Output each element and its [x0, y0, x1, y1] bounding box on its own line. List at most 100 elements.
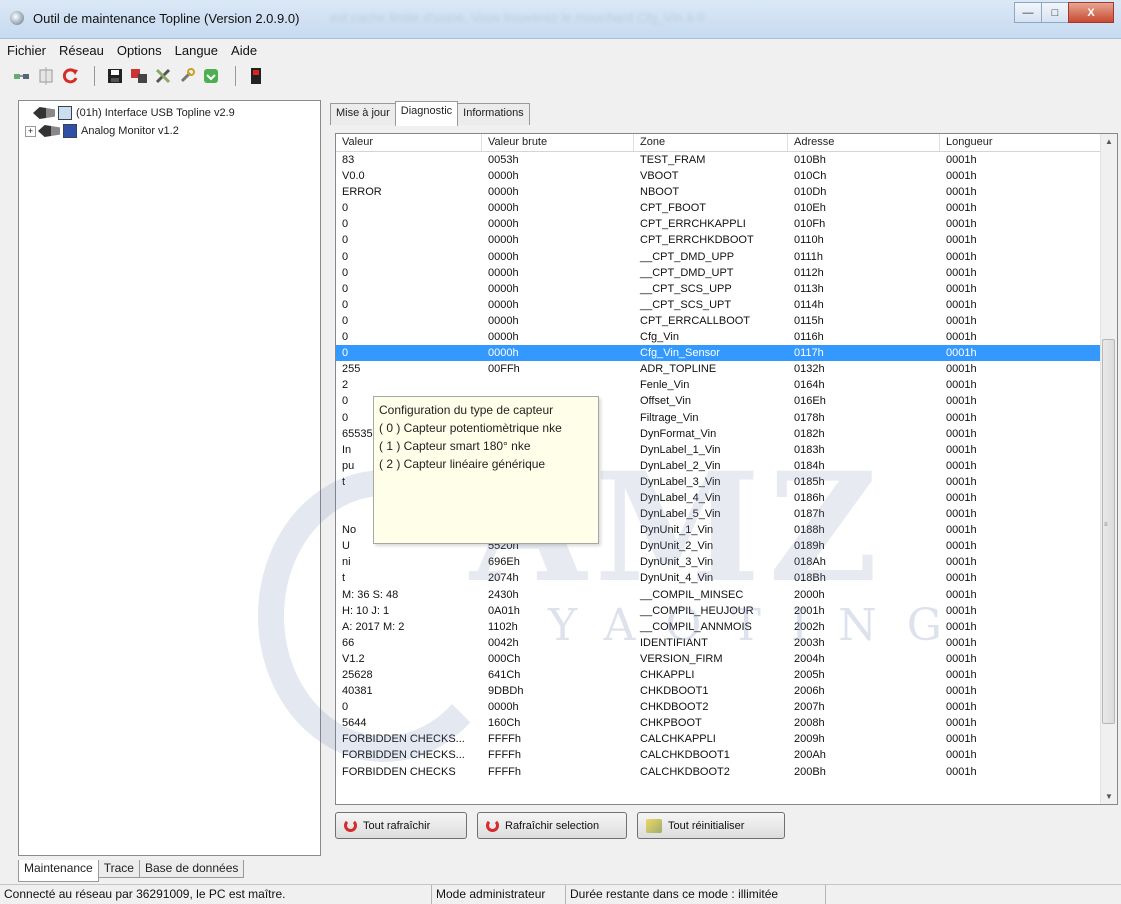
status-mode: Mode administrateur	[432, 885, 566, 904]
cell-zone: CPT_ERRCHKDBOOT	[640, 234, 754, 247]
cell-valeur: ni	[342, 556, 351, 569]
cell-adresse: 016Eh	[794, 395, 826, 408]
cell-adresse: 0178h	[794, 411, 825, 424]
cell-valeur-brute: 0000h	[488, 218, 519, 231]
network-icon[interactable]	[12, 66, 32, 86]
close-button[interactable]: X	[1068, 2, 1114, 23]
transfer-icon[interactable]	[129, 66, 149, 86]
menu-bar: Fichier Réseau Options Langue Aide	[0, 40, 1121, 60]
table-row[interactable]: FORBIDDEN CHECKS FFFFh CALCHKDBOOT2 200Bh 00…	[336, 764, 1101, 780]
vertical-scrollbar[interactable]: ▲ ≡ ▼	[1100, 134, 1117, 804]
table-row[interactable]: M: 36 S: 48 2430h __COMPIL_MINSEC 2000h 0001…	[336, 587, 1101, 603]
expand-icon[interactable]: +	[25, 125, 36, 137]
tab-maintenance[interactable]: Maintenance	[18, 860, 99, 882]
table-row[interactable]: 0 0000h __CPT_DMD_UPT 0112h 0001h	[336, 265, 1101, 281]
cell-zone: DynUnit_4_Vin	[640, 572, 714, 585]
cell-adresse: 2008h	[794, 717, 825, 730]
cell-valeur-brute: 0053h	[488, 154, 519, 166]
table-row[interactable]: 0 0000h CPT_ERRCHKDBOOT 0110h 0001h	[336, 232, 1101, 248]
table-row[interactable]: 255 00FFh ADR_TOPLINE 0132h 0001h	[336, 361, 1101, 377]
cell-valeur: 0	[342, 347, 349, 360]
table-row[interactable]: 0 0000h __CPT_SCS_UPT 0114h 0001h	[336, 297, 1101, 313]
table-row[interactable]: 0 0000h CPT_FBOOT 010Eh 0001h	[336, 200, 1101, 216]
cell-valeur: 0	[342, 266, 349, 279]
refresh-selection-button[interactable]: Rafraîchir selection	[477, 812, 627, 839]
tools-icon[interactable]	[153, 66, 173, 86]
cell-adresse: 0114h	[794, 298, 824, 311]
table-row[interactable]: 25628 641Ch CHKAPPLI 2005h 0001h	[336, 667, 1101, 683]
tree-item-usb-interface[interactable]: (01h) Interface USB Topline v2.9	[33, 105, 235, 121]
table-row[interactable]: 40381 9DBDh CHKDBOOT1 2006h 0001h	[336, 683, 1101, 699]
cell-adresse: 200Ah	[794, 749, 826, 762]
cell-longueur: 0001h	[946, 170, 977, 183]
refresh-all-button[interactable]: Tout rafraîchir	[335, 812, 467, 839]
tab-diagnostic[interactable]: Diagnostic	[394, 101, 459, 126]
cell-valeur-brute: 0042h	[488, 636, 519, 649]
menu-options[interactable]: Options	[110, 43, 168, 58]
menu-fichier[interactable]: Fichier	[0, 43, 52, 58]
cell-adresse: 010Fh	[794, 218, 826, 231]
menu-langue[interactable]: Langue	[168, 43, 224, 58]
save-icon[interactable]	[105, 66, 125, 86]
tab-trace[interactable]: Trace	[97, 860, 140, 878]
reset-all-button[interactable]: Tout réinitialiser	[637, 812, 785, 839]
column-header-valeur[interactable]: Valeur	[336, 134, 482, 151]
scroll-thumb[interactable]	[1102, 339, 1115, 724]
tree-item-label: (01h) Interface USB Topline v2.9	[76, 107, 235, 119]
cell-longueur: 0001h	[946, 588, 977, 601]
cell-adresse: 010Bh	[794, 154, 826, 166]
tree-item-analog-monitor[interactable]: + Analog Monitor v1.2	[25, 123, 179, 139]
device-icon[interactable]	[246, 66, 266, 86]
table-row[interactable]: ni 696Eh DynUnit_3_Vin 018Ah 0001h	[336, 554, 1101, 570]
cell-adresse: 010Eh	[794, 202, 826, 215]
table-row[interactable]: t 2074h DynUnit_4_Vin 018Bh 0001h	[336, 570, 1101, 586]
cell-valeur-brute: 0000h	[488, 347, 519, 360]
cell-zone: __CPT_SCS_UPT	[640, 298, 732, 311]
table-row[interactable]: A: 2017 M: 2 1102h __COMPIL_ANNMOIS 2002h 00…	[336, 619, 1101, 635]
cell-longueur: 0001h	[946, 379, 977, 392]
table-row[interactable]: 2 Fenle_Vin 0164h 0001h	[336, 377, 1101, 393]
cell-zone: Filtrage_Vin	[640, 411, 699, 424]
scroll-up-icon[interactable]: ▲	[1105, 137, 1113, 146]
table-row[interactable]: FORBIDDEN CHECKS... FFFFh CALCHKAPPLI 2009h…	[336, 731, 1101, 747]
table-row[interactable]: ERROR 0000h NBOOT 010Dh 0001h	[336, 184, 1101, 200]
column-header-adresse[interactable]: Adresse	[788, 134, 940, 151]
maximize-button[interactable]: □	[1041, 2, 1069, 23]
cell-valeur-brute: 0000h	[488, 282, 519, 295]
table-row[interactable]: 0 0000h CPT_ERRCALLBOOT 0115h 0001h	[336, 313, 1101, 329]
node-icon[interactable]	[36, 66, 56, 86]
device-tree[interactable]: (01h) Interface USB Topline v2.9 + Analo…	[18, 100, 321, 856]
tab-mise-a-jour[interactable]: Mise à jour	[330, 103, 396, 125]
table-row[interactable]: 0 0000h Cfg_Vin_Sensor 0117h 0001h	[336, 345, 1101, 362]
scroll-down-icon[interactable]: ▼	[1105, 792, 1113, 801]
column-header-zone[interactable]: Zone	[634, 134, 788, 151]
table-row[interactable]: 0 0000h Cfg_Vin 0116h 0001h	[336, 329, 1101, 345]
table-row[interactable]: FORBIDDEN CHECKS... FFFFh CALCHKDBOOT1 200A…	[336, 747, 1101, 763]
tab-informations[interactable]: Informations	[457, 103, 530, 125]
download-icon[interactable]	[201, 66, 221, 86]
cell-longueur: 0001h	[946, 347, 977, 360]
table-row[interactable]: 0 0000h CHKDBOOT2 2007h 0001h	[336, 699, 1101, 715]
table-row[interactable]: H: 10 J: 1 0A01h __COMPIL_HEUJOUR 2001h 0001…	[336, 603, 1101, 619]
menu-reseau[interactable]: Réseau	[52, 43, 110, 58]
cell-adresse: 0112h	[794, 266, 824, 279]
cell-zone: CHKPBOOT	[640, 717, 702, 730]
table-row[interactable]: 0 0000h __CPT_SCS_UPP 0113h 0001h	[336, 281, 1101, 297]
cell-adresse: 200Bh	[794, 765, 826, 778]
table-row[interactable]: 66 0042h IDENTIFIANT 2003h 0001h	[336, 635, 1101, 651]
refresh-icon[interactable]	[60, 66, 80, 86]
minimize-button[interactable]: —	[1014, 2, 1042, 23]
column-header-longueur[interactable]: Longueur	[940, 134, 1101, 151]
table-row[interactable]: 0 0000h __CPT_DMD_UPP 0111h 0001h	[336, 249, 1101, 265]
table-row[interactable]: V1.2 000Ch VERSION_FIRM 2004h 0001h	[336, 651, 1101, 667]
wrench-icon[interactable]	[177, 66, 197, 86]
cell-adresse: 2001h	[794, 604, 825, 617]
table-row[interactable]: V0.0 0000h VBOOT 010Ch 0001h	[336, 168, 1101, 184]
column-header-valeur-brute[interactable]: Valeur brute	[482, 134, 634, 151]
menu-aide[interactable]: Aide	[224, 43, 263, 58]
table-row[interactable]: 83 0053h TEST_FRAM 010Bh 0001h	[336, 152, 1101, 168]
cell-valeur-brute: 0A01h	[488, 604, 520, 617]
tab-base-de-donnees[interactable]: Base de données	[138, 860, 245, 878]
table-row[interactable]: 0 0000h CPT_ERRCHKAPPLI 010Fh 0001h	[336, 216, 1101, 232]
table-row[interactable]: 5644 160Ch CHKPBOOT 2008h 0001h	[336, 715, 1101, 731]
